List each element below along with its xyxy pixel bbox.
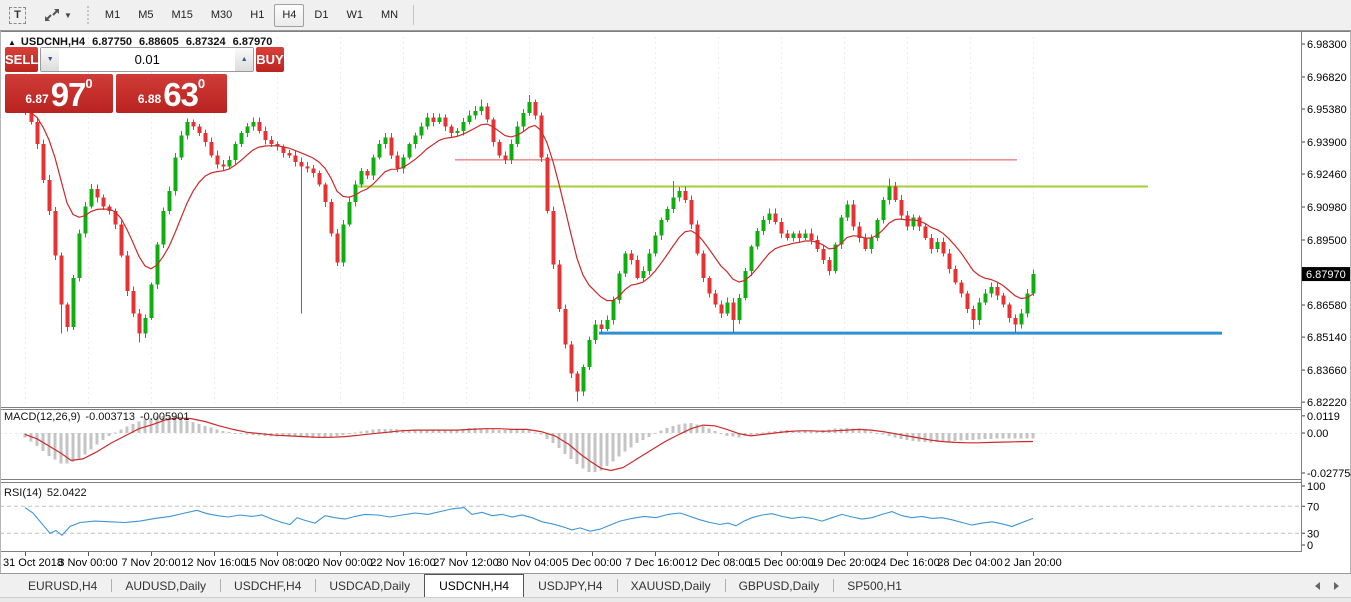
chart-tab-gbpusd-daily[interactable]: GBPUSD,Daily (725, 574, 834, 597)
time-axis-label: 24 Dec 16:00 (874, 557, 939, 569)
macd-name: MACD(12,26,9) (4, 411, 80, 423)
indicator-arrows-button[interactable]: ▼ (36, 4, 80, 27)
toolbar-grip[interactable] (86, 5, 91, 25)
price-axis-label: 6.82220 (1307, 397, 1347, 409)
chart-tab-usdcad-daily[interactable]: USDCAD,Daily (315, 574, 424, 597)
buy-price-big: 63 (163, 78, 198, 111)
timeframe-button-mn[interactable]: MN (373, 4, 406, 27)
chevron-down-icon: ▼ (64, 11, 72, 20)
toolbar-separator (413, 5, 414, 25)
arrows-icon (44, 7, 60, 23)
buy-price-box[interactable]: 6.88 63 0 (116, 74, 227, 113)
time-axis-label: 28 Dec 04:00 (937, 557, 1002, 569)
bottom-scrollbar[interactable] (0, 597, 1351, 602)
time-axis-label: 20 Nov 00:00 (307, 557, 372, 569)
chevron-up-icon: ▲ (241, 56, 248, 63)
volume-input[interactable] (59, 48, 235, 71)
rsi-axis-label: 0 (1307, 540, 1313, 552)
time-axis-label: 30 Nov 04:00 (496, 557, 561, 569)
current-price-label: 6.87970 (1306, 269, 1346, 281)
timeframe-button-m15[interactable]: M15 (163, 4, 200, 27)
price-axis-label: 6.86580 (1307, 300, 1347, 312)
text-label-tool-button[interactable]: T (1, 4, 34, 27)
price-axis-label: 6.90980 (1307, 202, 1347, 214)
time-axis-label: 15 Nov 08:00 (244, 557, 309, 569)
chart-tab-bar: EURUSD,H4AUDUSD,DailyUSDCHF,H4USDCAD,Dai… (0, 573, 1351, 597)
price-axis-label: 6.85140 (1307, 332, 1347, 344)
chart-tab-usdcnh-h4[interactable]: USDCNH,H4 (424, 574, 524, 597)
chart-tab-usdchf-h4[interactable]: USDCHF,H4 (220, 574, 315, 597)
rsi-name: RSI(14) (4, 487, 42, 499)
price-axis-label: 6.89500 (1307, 235, 1347, 247)
rsi-value: 52.0422 (47, 487, 87, 499)
rsi-axis-label: 30 (1307, 528, 1319, 540)
chart-tab-audusd-daily[interactable]: AUDUSD,Daily (111, 574, 220, 597)
volume-stepper: ▼ ▲ (40, 47, 254, 72)
chart-tab-sp500-h1[interactable]: SP500,H1 (833, 574, 916, 597)
volume-increase-button[interactable]: ▲ (235, 48, 253, 71)
rsi-axis-label: 100 (1307, 481, 1325, 493)
toolbar: T ▼ M1M5M15M30H1H4D1W1MN (0, 0, 1351, 31)
time-axis-label: 7 Dec 16:00 (625, 557, 684, 569)
rsi-indicator-label: RSI(14) 52.0422 (4, 487, 92, 499)
chart-tab-usdjpy-h4[interactable]: USDJPY,H4 (524, 574, 616, 597)
macd-axis-label: -0.027754 (1307, 468, 1351, 480)
time-axis-label: 31 Oct 2018 (3, 557, 63, 569)
price-axis-label: 6.95380 (1307, 104, 1347, 116)
time-axis-label: 22 Nov 16:00 (370, 557, 435, 569)
timeframe-button-w1[interactable]: W1 (338, 4, 371, 27)
sell-price-big: 97 (51, 78, 86, 111)
time-axis-label: 12 Dec 08:00 (685, 557, 750, 569)
sell-button[interactable]: SELL (5, 47, 38, 72)
time-axis-label: 15 Dec 00:00 (748, 557, 813, 569)
macd-axis-label: 0.0119 (1307, 411, 1340, 423)
price-axis-label: 6.83660 (1307, 365, 1347, 377)
sell-price-sup: 0 (85, 76, 92, 91)
time-axis-label: 2 Jan 20:00 (1004, 557, 1062, 569)
buy-price-sup: 0 (198, 76, 205, 91)
chart-tab-eurusd-h4[interactable]: EURUSD,H4 (14, 574, 111, 597)
sell-price-box[interactable]: 6.87 97 0 (5, 74, 113, 113)
price-axis-label: 6.92460 (1307, 169, 1347, 181)
volume-decrease-button[interactable]: ▼ (41, 48, 59, 71)
buy-button[interactable]: BUY (256, 47, 283, 72)
collapse-panel-icon[interactable]: ▲ (8, 38, 16, 47)
timeframe-group: M1M5M15M30H1H4D1W1MN (96, 4, 407, 27)
time-axis-label: 27 Nov 12:00 (433, 557, 498, 569)
time-axis-label: 3 Nov 00:00 (58, 557, 117, 569)
time-axis-label: 12 Nov 16:00 (181, 557, 246, 569)
timeframe-button-d1[interactable]: D1 (306, 4, 336, 27)
price-axis-label: 6.93900 (1307, 137, 1347, 149)
one-click-trading-panel: SELL ▼ ▲ BUY 6.87 97 0 6.88 63 0 (5, 47, 227, 113)
chart-tab-xauusd-daily[interactable]: XAUUSD,Daily (617, 574, 725, 597)
timeframe-button-h4[interactable]: H4 (274, 4, 304, 27)
macd-value-2: -0.005901 (140, 411, 190, 423)
chevron-down-icon: ▼ (47, 56, 54, 63)
timeframe-button-m5[interactable]: M5 (130, 4, 161, 27)
macd-indicator-label: MACD(12,26,9) -0.003713 -0.005901 (4, 411, 195, 423)
buy-price-small: 6.88 (138, 92, 161, 106)
price-axis-label: 6.98300 (1307, 39, 1347, 51)
price-axis-label: 6.96820 (1307, 72, 1347, 84)
timeframe-button-h1[interactable]: H1 (242, 4, 272, 27)
rsi-axis-label: 70 (1307, 501, 1319, 513)
tab-scroll-left-icon[interactable] (1315, 582, 1320, 590)
time-axis-label: 5 Dec 00:00 (562, 557, 621, 569)
macd-axis-label: 0.00 (1307, 428, 1328, 440)
macd-value-1: -0.003713 (85, 411, 135, 423)
tab-scroll-right-icon[interactable] (1334, 582, 1339, 590)
text-tool-icon: T (9, 7, 26, 24)
timeframe-button-m1[interactable]: M1 (97, 4, 128, 27)
time-axis-label: 7 Nov 20:00 (121, 557, 180, 569)
tabs-container: EURUSD,H4AUDUSD,DailyUSDCHF,H4USDCAD,Dai… (14, 574, 916, 597)
sell-price-small: 6.87 (25, 92, 48, 106)
time-axis-label: 19 Dec 20:00 (811, 557, 876, 569)
timeframe-button-m30[interactable]: M30 (203, 4, 240, 27)
